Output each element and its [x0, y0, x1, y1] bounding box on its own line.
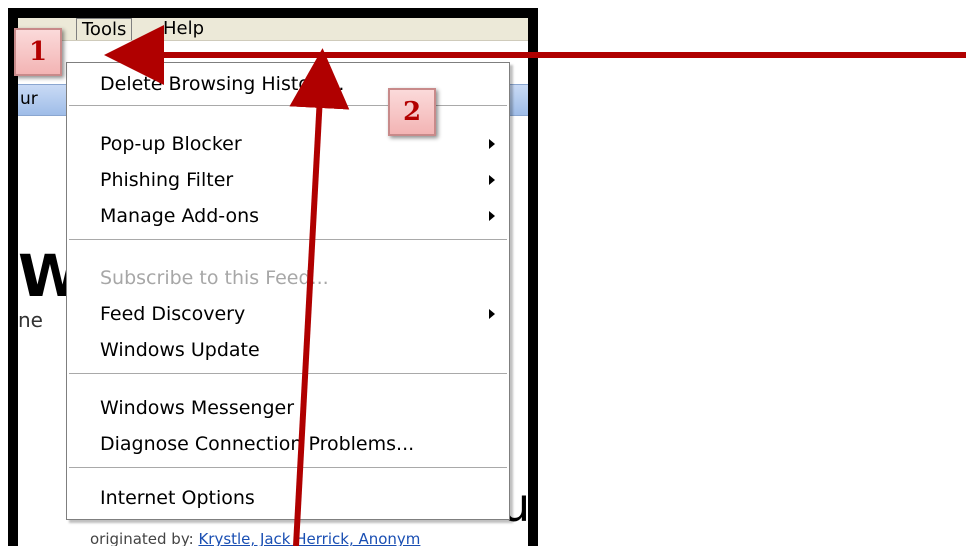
annotation-arrows — [104, 25, 966, 546]
callout-step-2: 2 — [388, 88, 436, 136]
arrow-to-delete-history — [289, 48, 350, 546]
callout-step-1: 1 — [14, 28, 62, 76]
